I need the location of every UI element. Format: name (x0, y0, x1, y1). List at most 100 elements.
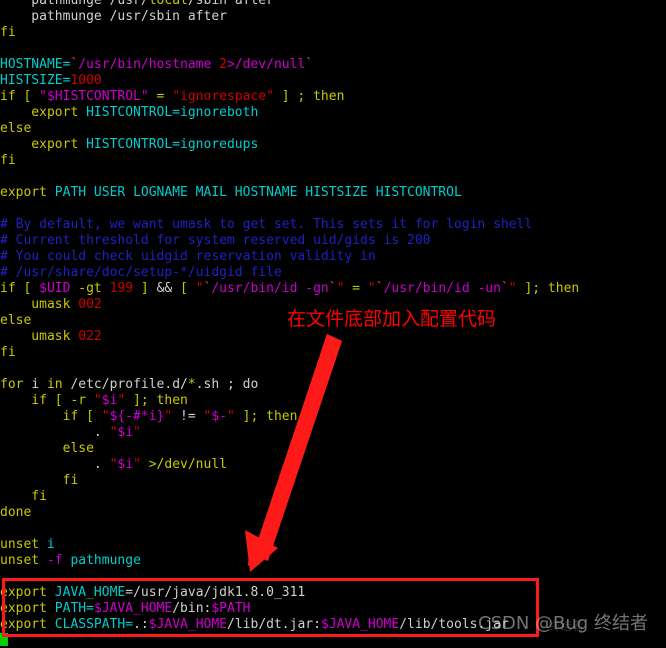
code-token: * (187, 377, 196, 392)
code-token: 199 (109, 281, 134, 296)
code-token: && (156, 281, 173, 296)
code-token: ${-#*i} (109, 409, 165, 424)
code-token: $JAVA_HOME (320, 617, 400, 632)
code-token: /etc/profile.d/ (70, 377, 188, 392)
annotation-note-text: 在文件底部加入配置代码 (287, 308, 497, 330)
code-line: # By default, we want umask to get set. … (0, 217, 666, 233)
code-line: unset -f pathmunge (0, 553, 666, 569)
code-line: if [ -r "$i" ]; then (0, 393, 666, 409)
code-token: -f (46, 553, 63, 568)
code-line: # /usr/share/doc/setup-*/uidgid file (0, 265, 666, 281)
code-token: fi (0, 153, 16, 168)
code-token: ] (133, 281, 157, 296)
code-token: . (0, 425, 110, 440)
code-line: if [ $UID -gt 199 ] && [ "`/usr/bin/id -… (0, 281, 666, 297)
code-token: ]; then (125, 393, 188, 408)
code-line: else (0, 121, 666, 137)
code-token: export (0, 585, 55, 600)
terminal-screenshot: pathmunge /usr/local/sbin after pathmung… (0, 0, 666, 648)
code-token: /sbin after (187, 0, 274, 8)
code-token: [ (172, 281, 196, 296)
code-token: else (0, 313, 32, 328)
code-line: else (0, 441, 666, 457)
code-token: 1000 (70, 73, 102, 88)
code-token: " (367, 281, 376, 296)
code-token: pathmunge (62, 553, 141, 568)
code-token: fi (0, 473, 79, 488)
terminal-cursor-block (0, 633, 8, 646)
code-token: 002 (78, 297, 102, 312)
code-line: HOSTNAME=`/usr/bin/hostname 2>/dev/null` (0, 57, 666, 73)
code-line: fi (0, 153, 666, 169)
code-line: export PATH USER LOGNAME MAIL HOSTNAME H… (0, 185, 666, 201)
code-token: " (227, 409, 235, 424)
code-line: # Current threshold for system reserved … (0, 233, 666, 249)
code-token: $PATH (211, 601, 251, 616)
code-token: $HISTCONTROL (46, 89, 141, 104)
code-token: $JAVA_HOME (93, 601, 173, 616)
code-token: HISTSIZE= (0, 73, 71, 88)
code-line: export HISTCONTROL=ignoreboth (0, 105, 666, 121)
code-token: unset (0, 553, 47, 568)
code-token: for (0, 377, 32, 392)
code-token: umask (0, 329, 79, 344)
code-line: export PATH=$JAVA_HOME/bin:$PATH (0, 601, 666, 617)
code-token: HISTCONTROL=ignoreboth (86, 105, 259, 120)
code-token: i (31, 377, 40, 392)
code-line: fi (0, 489, 666, 505)
code-token: /usr/bin/id -un (383, 281, 501, 296)
code-line: fi (0, 473, 666, 489)
code-token: else (0, 121, 32, 136)
code-token: $i (101, 393, 118, 408)
code-line: pathmunge /usr/sbin after (0, 9, 666, 25)
code-token: 2 (219, 57, 227, 72)
code-token: # By default, we want umask to get set. … (0, 217, 533, 232)
code-token: # Current threshold for system reserved … (0, 233, 431, 248)
code-token: if [ (0, 281, 40, 296)
code-token: =/usr/java/jdk1.8.0_311 (125, 585, 306, 600)
code-token: = (344, 281, 368, 296)
code-line: HISTSIZE=1000 (0, 73, 666, 89)
code-token: " (93, 393, 102, 408)
code-token: >/dev/null (140, 457, 227, 472)
code-token: ] ; then (273, 89, 345, 104)
code-token: $- (211, 409, 227, 424)
code-token: " (101, 409, 110, 424)
code-token: PATH USER LOGNAME MAIL HOSTNAME HISTSIZE… (54, 185, 462, 200)
code-line: unset i (0, 537, 666, 553)
code-token: ` (375, 281, 384, 296)
code-token: else (0, 441, 94, 456)
code-token: /usr/bin/id -gn (211, 281, 329, 296)
code-token: export (0, 105, 87, 120)
code-token: fi (0, 25, 16, 40)
code-token: # You could check uidgid reservation val… (0, 249, 376, 264)
code-token: . (0, 457, 110, 472)
code-token: ]; then (234, 409, 298, 424)
code-token: != (172, 409, 204, 424)
code-line: . "$i" >/dev/null (0, 457, 666, 473)
code-line: for i in /etc/profile.d/*.sh ; do (0, 377, 666, 393)
code-line: export HISTCONTROL=ignoredups (0, 137, 666, 153)
code-token: HOSTNAME= (0, 57, 71, 72)
code-token: fi (0, 345, 16, 360)
code-line: export CLASSPATH=.:$JAVA_HOME/lib/dt.jar… (0, 617, 666, 633)
code-token: " (140, 89, 149, 104)
code-token: JAVA_HOME (54, 585, 126, 600)
code-line: pathmunge /usr/local/sbin after (0, 0, 666, 9)
code-line: fi (0, 25, 666, 41)
code-token: export (0, 617, 55, 632)
code-token: ` (328, 281, 337, 296)
code-token: /usr/bin/hostname (78, 57, 220, 72)
code-token: export (0, 601, 55, 616)
code-token: ` (500, 281, 509, 296)
code-line (0, 633, 666, 648)
code-token: = (148, 89, 173, 104)
code-line: done (0, 505, 666, 521)
code-token: HISTCONTROL=ignoredups (86, 137, 259, 152)
code-token: if [ -r (0, 393, 94, 408)
code-token: /lib/dt.jar: (227, 617, 321, 632)
code-line: if [ "$HISTCONTROL" = "ignorespace" ] ; … (0, 89, 666, 105)
